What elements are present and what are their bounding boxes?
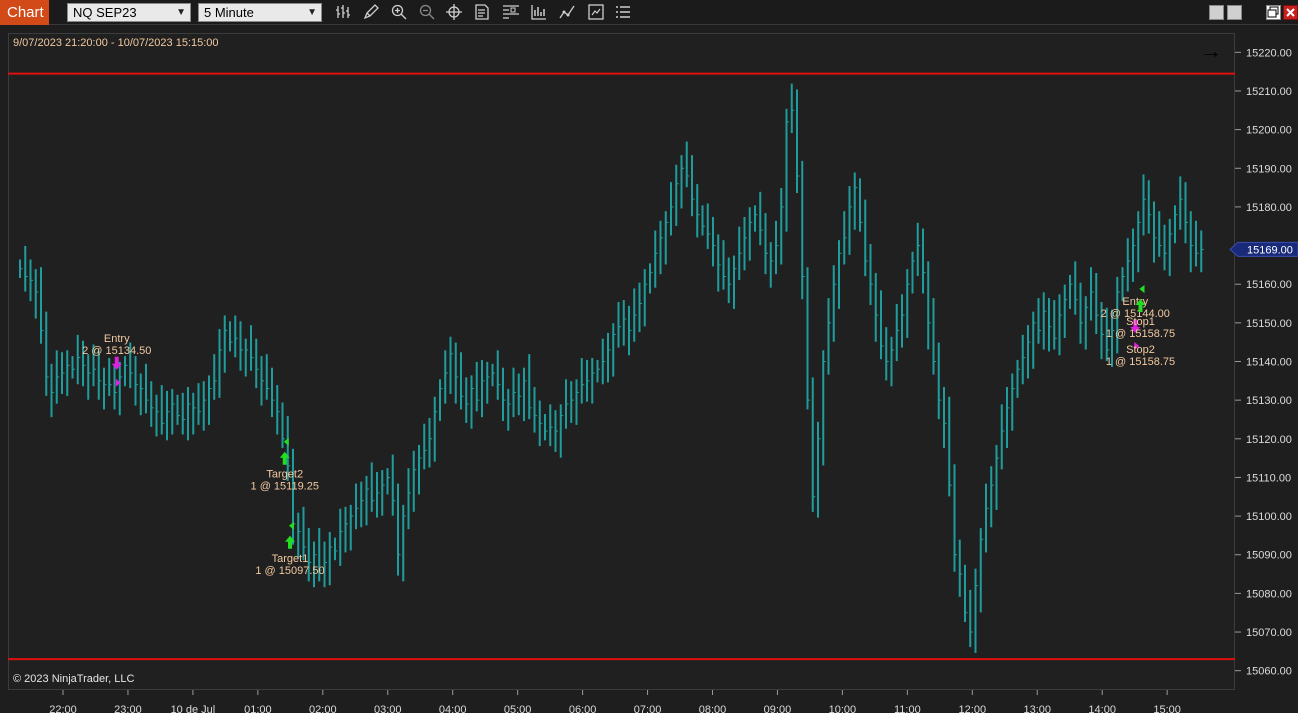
- maximize-icon[interactable]: [1266, 5, 1281, 20]
- zoom-in-icon[interactable]: [389, 3, 409, 22]
- price-axis[interactable]: [1235, 33, 1298, 690]
- instrument-value: NQ SEP23: [73, 5, 137, 20]
- date-range-label: 9/07/2023 21:20:00 - 10/07/2023 15:15:00: [13, 37, 219, 49]
- close-icon[interactable]: [1283, 5, 1298, 20]
- bar-type-icon[interactable]: [333, 3, 353, 22]
- crosshair-icon[interactable]: [444, 3, 464, 22]
- scroll-right-icon[interactable]: →: [1200, 38, 1222, 64]
- minimize-icon[interactable]: [1209, 5, 1224, 20]
- instrument-select[interactable]: NQ SEP23 ▼: [67, 3, 191, 22]
- strategies-icon[interactable]: [557, 3, 577, 22]
- data-box-icon[interactable]: [472, 3, 492, 22]
- chart-panel[interactable]: [8, 33, 1235, 690]
- chart-toolbar: Chart NQ SEP23 ▼ 5 Minute ▼: [0, 0, 1298, 25]
- menu-icon[interactable]: [613, 3, 633, 22]
- draw-pencil-icon[interactable]: [361, 3, 381, 22]
- time-axis[interactable]: [0, 690, 1298, 713]
- indicators-icon[interactable]: [529, 3, 549, 22]
- chevron-down-icon: ▼: [307, 7, 317, 18]
- chevron-down-icon: ▼: [176, 7, 186, 18]
- interval-select[interactable]: 5 Minute ▼: [198, 3, 322, 22]
- properties-icon[interactable]: [501, 3, 521, 22]
- chart-trader-icon[interactable]: [586, 3, 606, 22]
- interval-value: 5 Minute: [204, 5, 254, 20]
- chart-tab[interactable]: Chart: [0, 0, 49, 25]
- copyright-label: © 2023 NinjaTrader, LLC: [13, 673, 135, 685]
- restore-icon[interactable]: [1227, 5, 1242, 20]
- zoom-out-icon[interactable]: [417, 3, 437, 22]
